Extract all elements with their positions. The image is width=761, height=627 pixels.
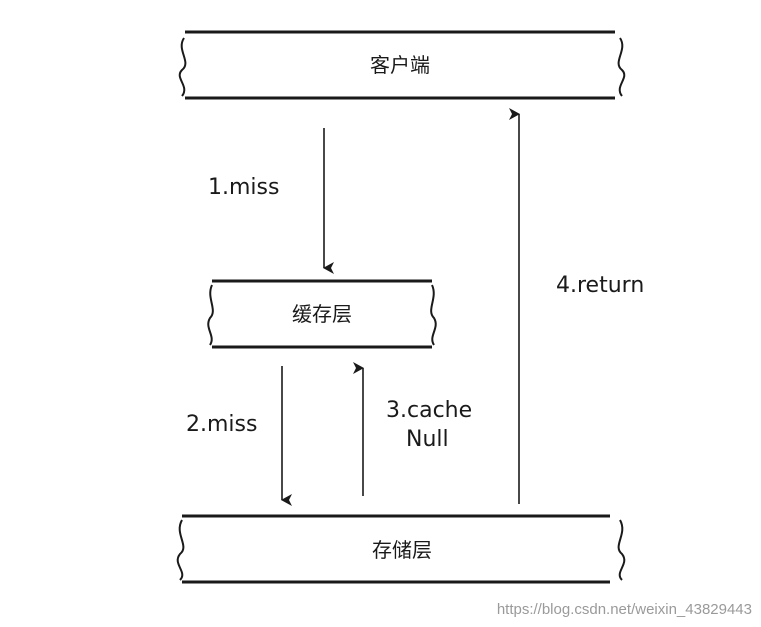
client-label: 客户端 <box>370 53 430 77</box>
cache-left-wavy-edge <box>207 284 214 346</box>
client-left-wavy-edge <box>178 37 187 97</box>
cache-right-wavy-edge <box>430 284 437 346</box>
client-right-wavy-edge <box>617 37 626 97</box>
cache-label: 缓存层 <box>292 302 352 326</box>
step1-label: 1.miss <box>208 175 279 200</box>
storage-right-wavy-edge <box>617 519 626 581</box>
storage-left-wavy-edge <box>176 519 185 581</box>
step2-label: 2.miss <box>186 412 257 437</box>
storage-label: 存储层 <box>372 538 432 562</box>
client-node: 客户端 <box>178 30 626 100</box>
step3-label-line2: Null <box>406 427 449 452</box>
cache-penetration-diagram: 客户端 缓存层 存储层 1.miss 2.miss 3.cache Null 4… <box>176 30 752 618</box>
storage-node: 存储层 <box>176 514 626 584</box>
watermark-url: https://blog.csdn.net/weixin_43829443 <box>497 601 752 618</box>
cache-node: 缓存层 <box>207 279 437 349</box>
step4-label: 4.return <box>556 273 644 298</box>
step3-label-line1: 3.cache <box>386 398 472 423</box>
